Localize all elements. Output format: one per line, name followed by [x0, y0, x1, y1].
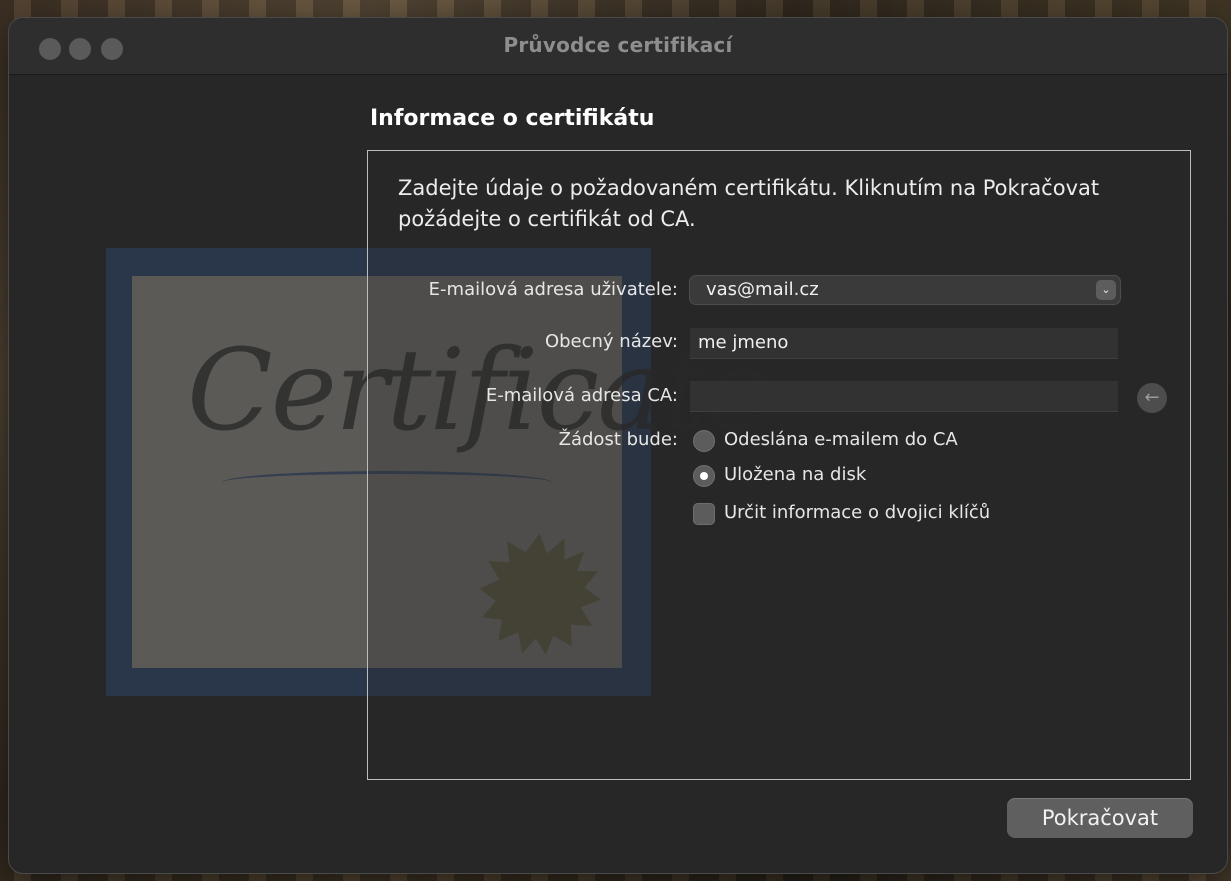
common-name-label: Obecný název: — [544, 331, 678, 352]
user-email-label: E-mailová adresa uživatele: — [428, 279, 678, 300]
radio-send-by-email-label: Odeslána e-mailem do CA — [724, 429, 958, 450]
key-pair-checkbox-label: Určit informace o dvojici klíčů — [724, 502, 991, 523]
radio-save-to-disk-label: Uložena na disk — [724, 464, 867, 485]
ca-email-label: E-mailová adresa CA: — [485, 385, 678, 406]
chevron-down-icon: ⌄ — [1096, 280, 1116, 300]
radio-send-by-email[interactable] — [693, 430, 715, 452]
ca-email-input[interactable] — [690, 381, 1118, 412]
form-panel: Zadejte údaje o požadovaném certifikátu.… — [367, 150, 1191, 780]
certificate-assistant-window: Průvodce certifikací Certificate Informa… — [9, 18, 1227, 873]
common-name-value: me jmeno — [698, 332, 789, 353]
key-pair-checkbox[interactable] — [693, 503, 715, 525]
title-bar: Průvodce certifikací — [9, 18, 1227, 75]
window-title: Průvodce certifikací — [503, 33, 733, 57]
section-title: Informace o certifikátu — [370, 106, 655, 131]
user-email-select[interactable]: vas@mail.cz ⌄ — [690, 276, 1120, 304]
intro-text: Zadejte údaje o požadovaném certifikátu.… — [398, 176, 1100, 231]
radio-save-to-disk[interactable] — [693, 465, 715, 487]
continue-button[interactable]: Pokračovat — [1007, 798, 1193, 838]
user-email-value: vas@mail.cz — [706, 279, 819, 300]
common-name-input[interactable]: me jmeno — [690, 328, 1118, 359]
request-label: Žádost bude: — [558, 429, 678, 450]
arrow-left-icon[interactable]: ← — [1137, 383, 1167, 413]
